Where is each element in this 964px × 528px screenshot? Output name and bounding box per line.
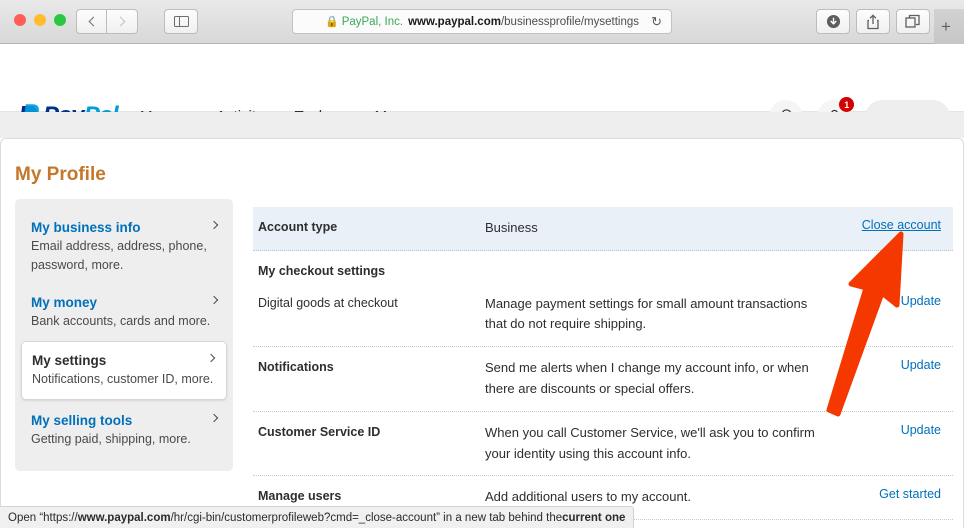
profile-sidebar: My business info Email address, address,… xyxy=(15,199,233,471)
settings-row-value: Send me alerts when I change my account … xyxy=(485,360,809,396)
settings-row-label: Customer Service ID xyxy=(258,424,381,439)
settings-row-label: Notifications xyxy=(258,360,334,375)
tab-overview-icon xyxy=(905,14,920,28)
sidebar-item-desc: Email address, address, phone, password,… xyxy=(31,239,207,273)
settings-row-action: Update xyxy=(835,294,953,308)
settings-row-action: Update xyxy=(835,423,953,437)
url-path: /businessprofile/mysettings xyxy=(500,15,640,28)
settings-section-title: My checkout settings xyxy=(258,263,386,278)
chevron-right-icon xyxy=(115,16,126,27)
settings-row-value: Business xyxy=(485,220,538,235)
settings-row-label: Manage users xyxy=(258,489,342,504)
settings-row-label: Digital goods at checkout xyxy=(258,295,398,310)
settings-row-action: Close account xyxy=(835,218,953,232)
chevron-left-icon xyxy=(88,16,98,27)
get-started-manage-users-link[interactable]: Get started xyxy=(879,487,941,501)
sidebar-item-title: My money xyxy=(31,294,98,310)
sidebar-item-desc: Getting paid, shipping, more. xyxy=(31,431,191,446)
sidebar-toggle-button[interactable] xyxy=(164,9,198,34)
sidebar-item-my-business-info[interactable]: My business info Email address, address,… xyxy=(15,209,233,284)
window-traffic-lights xyxy=(14,14,66,26)
downloads-button[interactable] xyxy=(816,9,850,34)
notification-badge: 1 xyxy=(839,97,855,112)
browser-status-bar: Open “https://www.paypal.com/hr/cgi-bin/… xyxy=(0,506,635,528)
tab-overview-button[interactable] xyxy=(896,9,930,34)
settings-row-label: Account type xyxy=(258,220,338,234)
new-tab-button[interactable]: + xyxy=(934,9,964,44)
update-digital-goods-link[interactable]: Update xyxy=(901,294,941,308)
settings-row-action: Update xyxy=(835,358,953,372)
minimize-window-button[interactable] xyxy=(34,14,46,26)
share-button[interactable] xyxy=(856,9,890,34)
settings-row-notifications: Notifications Send me alerts when I chan… xyxy=(253,347,953,412)
settings-section-my-checkout-settings: My checkout settings xyxy=(253,251,953,283)
status-middle: /hr/cgi-bin/customerprofileweb?cmd=_clos… xyxy=(170,511,563,524)
sidebar-item-desc: Notifications, customer ID, more. xyxy=(32,372,214,387)
sidebar-item-my-settings[interactable]: My settings Notifications, customer ID, … xyxy=(21,341,227,400)
update-notifications-link[interactable]: Update xyxy=(901,358,941,372)
sidebar-item-title: My business info xyxy=(31,220,141,235)
toolbar-right-buttons xyxy=(816,9,930,34)
downloads-icon xyxy=(826,14,840,29)
lock-icon: 🔒 xyxy=(324,16,339,28)
settings-row-action: Get started xyxy=(835,487,953,501)
page-title: My Profile xyxy=(15,164,106,185)
browser-window: 🔒 PayPal, Inc. www.paypal.com /businessp… xyxy=(0,0,964,528)
sidebar-item-my-selling-tools[interactable]: My selling tools Getting paid, shipping,… xyxy=(15,402,233,457)
close-account-link[interactable]: Close account xyxy=(862,218,941,232)
forward-button[interactable] xyxy=(107,9,138,34)
sidebar-icon xyxy=(173,15,189,28)
settings-row-value: Manage payment settings for small amount… xyxy=(485,295,808,332)
settings-row-account-type: Account type Business Close account xyxy=(253,207,953,251)
profile-content-card: My Profile My business info Email addres… xyxy=(0,138,964,528)
settings-row-value: When you call Customer Service, we'll as… xyxy=(485,424,815,461)
update-customer-service-id-link[interactable]: Update xyxy=(901,423,941,437)
sidebar-item-desc: Bank accounts, cards and more. xyxy=(31,313,211,328)
site-header: PayPal Money Activity Tools More 1 xyxy=(0,44,964,134)
maximize-window-button[interactable] xyxy=(54,14,66,26)
status-prefix: Open “https:// xyxy=(8,511,78,524)
navigation-buttons xyxy=(76,9,138,34)
settings-row-value: Add additional users to my account. xyxy=(485,489,691,505)
address-bar[interactable]: 🔒 PayPal, Inc. www.paypal.com /businessp… xyxy=(292,9,672,34)
settings-row-customer-service-id: Customer Service ID When you call Custom… xyxy=(253,412,953,477)
sidebar-item-my-money[interactable]: My money Bank accounts, cards and more. xyxy=(15,284,233,339)
close-window-button[interactable] xyxy=(14,14,26,26)
sidebar-item-title: My settings xyxy=(32,353,107,369)
share-icon xyxy=(867,13,879,29)
page-background-band xyxy=(0,112,964,138)
reload-icon[interactable]: ↻ xyxy=(651,14,662,30)
certificate-owner: PayPal, Inc. xyxy=(341,15,404,28)
back-button[interactable] xyxy=(76,9,107,34)
sidebar-item-title: My selling tools xyxy=(31,412,133,428)
url-domain: www.paypal.com xyxy=(408,15,501,28)
status-domain: www.paypal.com xyxy=(77,511,171,524)
settings-row-digital-goods: Digital goods at checkout Manage payment… xyxy=(253,283,953,348)
status-suffix: current one xyxy=(562,511,626,524)
settings-list: Account type Business Close account My c… xyxy=(253,207,953,521)
browser-toolbar: 🔒 PayPal, Inc. www.paypal.com /businessp… xyxy=(0,0,964,44)
